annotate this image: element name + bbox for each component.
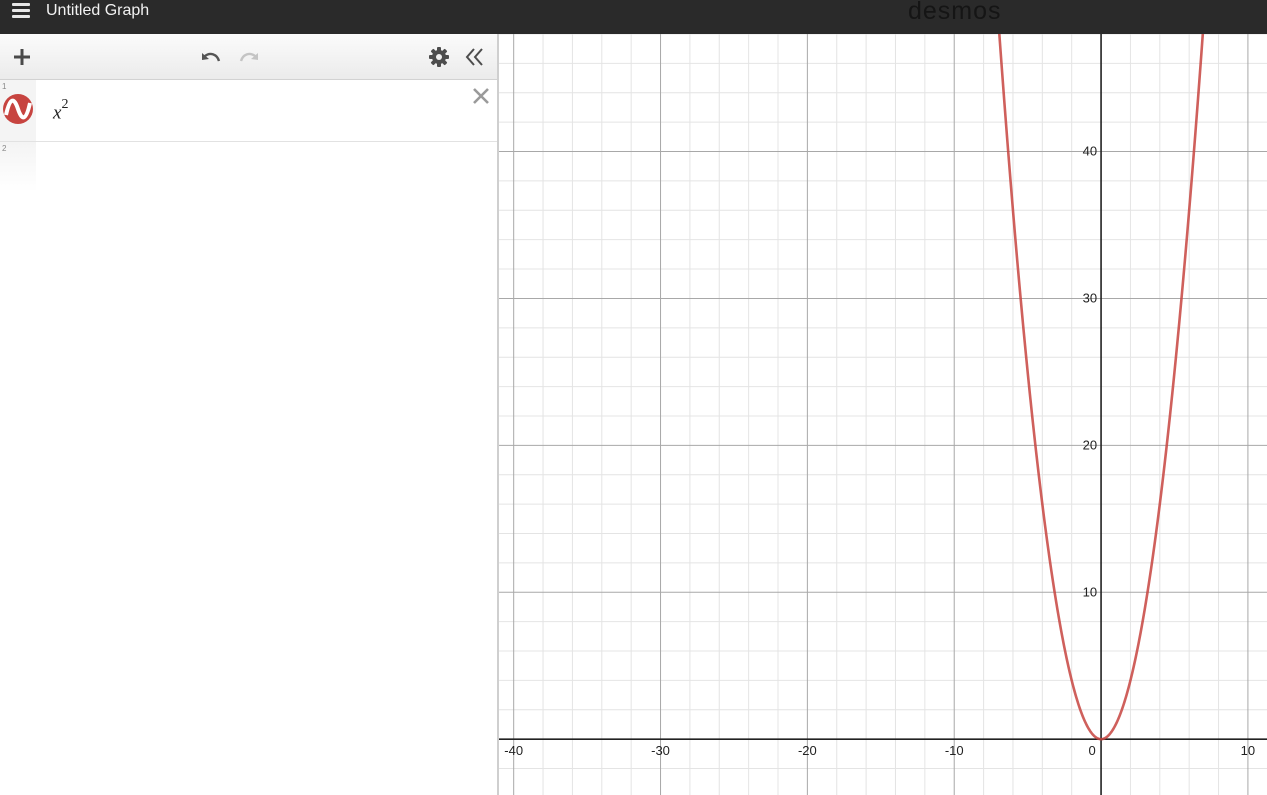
expression-index: 1 xyxy=(2,82,7,91)
redo-button[interactable] xyxy=(236,44,262,70)
close-icon xyxy=(473,88,489,104)
desmos-logo: desmos xyxy=(908,0,1002,25)
plus-icon xyxy=(14,49,30,65)
x-tick-label: 10 xyxy=(1241,743,1255,758)
y-tick-label: 40 xyxy=(1083,144,1097,159)
graph-paper[interactable]: -40 -30 -20 -10 0 10 10 20 30 40 xyxy=(499,34,1267,795)
graph-title[interactable]: Untitled Graph xyxy=(46,1,149,21)
x-tick-label: 0 xyxy=(1088,743,1095,758)
double-chevron-left-icon xyxy=(465,48,483,66)
x-tick-label: -20 xyxy=(798,743,817,758)
x-tick-label: -30 xyxy=(651,743,670,758)
delete-expression-button[interactable] xyxy=(471,86,491,106)
expression-input[interactable]: x2 xyxy=(53,97,69,124)
x-tick-label: -10 xyxy=(945,743,964,758)
expression-list: 1 x2 2 xyxy=(0,80,497,795)
graph-canvas[interactable]: -40 -30 -20 -10 0 10 10 20 30 40 xyxy=(499,34,1267,795)
expression-gutter: 2 xyxy=(0,142,36,192)
redo-icon xyxy=(239,52,258,62)
expression-gutter: 1 xyxy=(0,80,36,141)
top-bar: Untitled Graph desmos xyxy=(0,0,1267,34)
expression-toolbar xyxy=(0,34,497,80)
expression-row[interactable]: 1 x2 xyxy=(0,80,497,142)
x-tick-label: -40 xyxy=(504,743,523,758)
undo-icon xyxy=(202,52,221,62)
undo-button[interactable] xyxy=(198,44,224,70)
hamburger-menu-icon[interactable] xyxy=(10,1,32,21)
graph-wave-icon[interactable] xyxy=(2,93,34,125)
y-tick-label: 30 xyxy=(1083,290,1097,305)
y-tick-label: 20 xyxy=(1083,437,1097,452)
expression-exponent: 2 xyxy=(61,97,69,112)
expression-row-empty[interactable]: 2 xyxy=(0,142,497,192)
gear-icon xyxy=(429,47,449,67)
expression-index: 2 xyxy=(2,144,7,153)
settings-button[interactable] xyxy=(426,44,452,70)
collapse-list-button[interactable] xyxy=(462,44,488,70)
add-expression-button[interactable] xyxy=(9,44,35,70)
y-tick-label: 10 xyxy=(1083,584,1097,599)
